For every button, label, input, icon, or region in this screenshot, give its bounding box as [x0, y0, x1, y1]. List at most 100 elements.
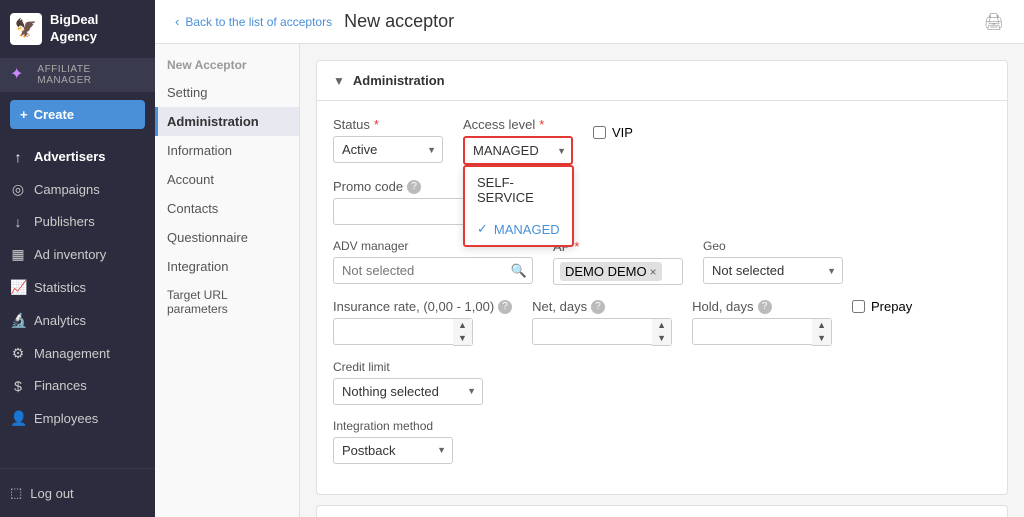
insurance-info-icon[interactable]: ?	[498, 300, 512, 314]
form-group-credit-limit: Credit limit Nothing selected	[333, 360, 483, 405]
integration-method-label: Integration method	[333, 419, 453, 433]
ap-tag-remove[interactable]: ×	[650, 265, 657, 279]
subnav-item-integration[interactable]: Integration	[155, 252, 299, 281]
breadcrumb[interactable]: ‹ Back to the list of acceptors	[175, 14, 332, 29]
sidebar-item-campaigns[interactable]: ◎ Campaigns	[0, 173, 155, 206]
finances-icon: $	[10, 378, 26, 394]
sub-nav: New Acceptor Setting Administration Info…	[155, 44, 300, 517]
integration-method-select[interactable]: Postback	[333, 437, 453, 464]
ap-tag-value: DEMO DEMO	[565, 264, 647, 279]
form-row-adv-ap-geo: ADV manager 🔍 AP *	[333, 239, 991, 285]
net-days-input[interactable]	[532, 318, 652, 345]
sidebar-item-employees[interactable]: 👤 Employees	[0, 402, 155, 435]
prepay-checkbox[interactable]	[852, 300, 865, 313]
section-information: › Information	[316, 505, 1008, 517]
affiliate-badge: ✦ AFFILIATE MANAGER	[0, 58, 155, 92]
prepay-row: Prepay	[852, 299, 912, 314]
hold-days-decrement-btn[interactable]: ▼	[812, 332, 831, 345]
brand-name: BigDeal Agency	[50, 12, 98, 46]
form-group-insurance: Insurance rate, (0,00 - 1,00) ? ▲ ▼	[333, 299, 512, 346]
form-area: ▼ Administration Status *	[300, 44, 1024, 517]
credit-limit-select[interactable]: Nothing selected	[333, 378, 483, 405]
status-select[interactable]: Active Inactive	[333, 136, 443, 163]
page-title: New acceptor	[344, 11, 454, 32]
section-information-header[interactable]: › Information	[317, 506, 1007, 517]
net-days-spinner: ▲ ▼	[532, 318, 672, 346]
publishers-icon: ↓	[10, 214, 26, 230]
insurance-increment-btn[interactable]: ▲	[453, 319, 472, 332]
sidebar-item-management[interactable]: ⚙ Management	[0, 337, 155, 370]
form-group-integration-method: Integration method Postback	[333, 419, 453, 464]
subnav-item-target-url[interactable]: Target URL parameters	[155, 281, 299, 323]
logo-area: 🦅 BigDeal Agency	[0, 0, 155, 58]
adv-manager-search-button[interactable]: 🔍	[511, 263, 527, 279]
adv-manager-input[interactable]	[333, 257, 533, 284]
section-administration-body: Status * Active Inactive	[317, 101, 1007, 494]
vip-row: VIP	[593, 125, 633, 140]
main-area: ‹ Back to the list of acceptors New acce…	[155, 0, 1024, 517]
subnav-item-setting[interactable]: Setting	[155, 78, 299, 107]
ap-tag-input[interactable]: DEMO DEMO ×	[553, 258, 683, 285]
form-row-status-access: Status * Active Inactive	[333, 117, 991, 165]
geo-label: Geo	[703, 239, 843, 253]
topbar: ‹ Back to the list of acceptors New acce…	[155, 0, 1024, 44]
access-check-icon: ✓	[477, 221, 488, 237]
form-row-integration: Integration method Postback	[333, 419, 991, 464]
logout-item[interactable]: ⬚ Log out	[0, 477, 155, 509]
topbar-left: ‹ Back to the list of acceptors New acce…	[175, 11, 454, 32]
insurance-input[interactable]	[333, 318, 453, 345]
insurance-spinner-btns: ▲ ▼	[453, 318, 473, 346]
section-administration-title: Administration	[353, 73, 445, 88]
form-group-status: Status * Active Inactive	[333, 117, 443, 163]
create-plus-icon: +	[20, 107, 28, 122]
sidebar-item-publishers[interactable]: ↓ Publishers	[0, 206, 155, 238]
net-days-info-icon[interactable]: ?	[591, 300, 605, 314]
vip-checkbox[interactable]	[593, 126, 606, 139]
sidebar-item-advertisers[interactable]: ↑ Advertisers	[0, 141, 155, 173]
net-days-increment-btn[interactable]: ▲	[652, 319, 671, 332]
subnav-item-account[interactable]: Account	[155, 165, 299, 194]
net-days-spinner-btns: ▲ ▼	[652, 318, 672, 346]
logout-icon: ⬚	[10, 485, 22, 501]
analytics-icon: 🔬	[10, 312, 26, 329]
publishers-label: Publishers	[34, 214, 95, 229]
insurance-decrement-btn[interactable]: ▼	[453, 332, 472, 345]
sidebar-nav: ↑ Advertisers ◎ Campaigns ↓ Publishers ▦…	[0, 137, 155, 468]
hold-days-input[interactable]	[692, 318, 812, 345]
subnav-item-contacts[interactable]: Contacts	[155, 194, 299, 223]
promo-info-icon[interactable]: ?	[407, 180, 421, 194]
hold-days-increment-btn[interactable]: ▲	[812, 319, 831, 332]
advertisers-label: Advertisers	[34, 149, 106, 164]
section-administration-header[interactable]: ▼ Administration	[317, 61, 1007, 101]
hold-days-info-icon[interactable]: ?	[758, 300, 772, 314]
access-option-managed[interactable]: ✓ MANAGED	[465, 213, 572, 245]
subnav-item-questionnaire[interactable]: Questionnaire	[155, 223, 299, 252]
net-days-decrement-btn[interactable]: ▼	[652, 332, 671, 345]
sidebar-item-ad-inventory[interactable]: ▦ Ad inventory	[0, 238, 155, 271]
breadcrumb-link[interactable]: Back to the list of acceptors	[185, 15, 332, 29]
subnav-item-administration[interactable]: Administration	[155, 107, 299, 136]
sidebar-item-finances[interactable]: $ Finances	[0, 370, 155, 402]
employees-label: Employees	[34, 411, 98, 426]
geo-select[interactable]: Not selected	[703, 257, 843, 284]
access-level-select[interactable]: MANAGED SELF-SERVICE	[463, 136, 573, 165]
ap-required: *	[574, 239, 579, 254]
insurance-spinner: ▲ ▼	[333, 318, 512, 346]
create-label: Create	[34, 107, 74, 122]
insurance-label: Insurance rate, (0,00 - 1,00) ?	[333, 299, 512, 314]
form-group-geo: Geo Not selected	[703, 239, 843, 284]
vip-label: VIP	[612, 125, 633, 140]
adv-manager-search-wrap: 🔍	[333, 257, 533, 284]
sidebar-item-statistics[interactable]: 📈 Statistics	[0, 271, 155, 304]
create-button[interactable]: + Create	[10, 100, 145, 129]
sidebar-item-analytics[interactable]: 🔬 Analytics	[0, 304, 155, 337]
campaigns-icon: ◎	[10, 181, 26, 198]
form-group-net-days: Net, days ? ▲ ▼	[532, 299, 672, 346]
access-option-self-service[interactable]: SELF-SERVICE	[465, 167, 572, 213]
section-administration-chevron: ▼	[333, 74, 345, 88]
credit-limit-label: Credit limit	[333, 360, 483, 374]
access-level-required: *	[539, 117, 544, 132]
finances-label: Finances	[34, 378, 87, 393]
print-button[interactable]: 🖨	[984, 12, 1004, 32]
subnav-item-information[interactable]: Information	[155, 136, 299, 165]
